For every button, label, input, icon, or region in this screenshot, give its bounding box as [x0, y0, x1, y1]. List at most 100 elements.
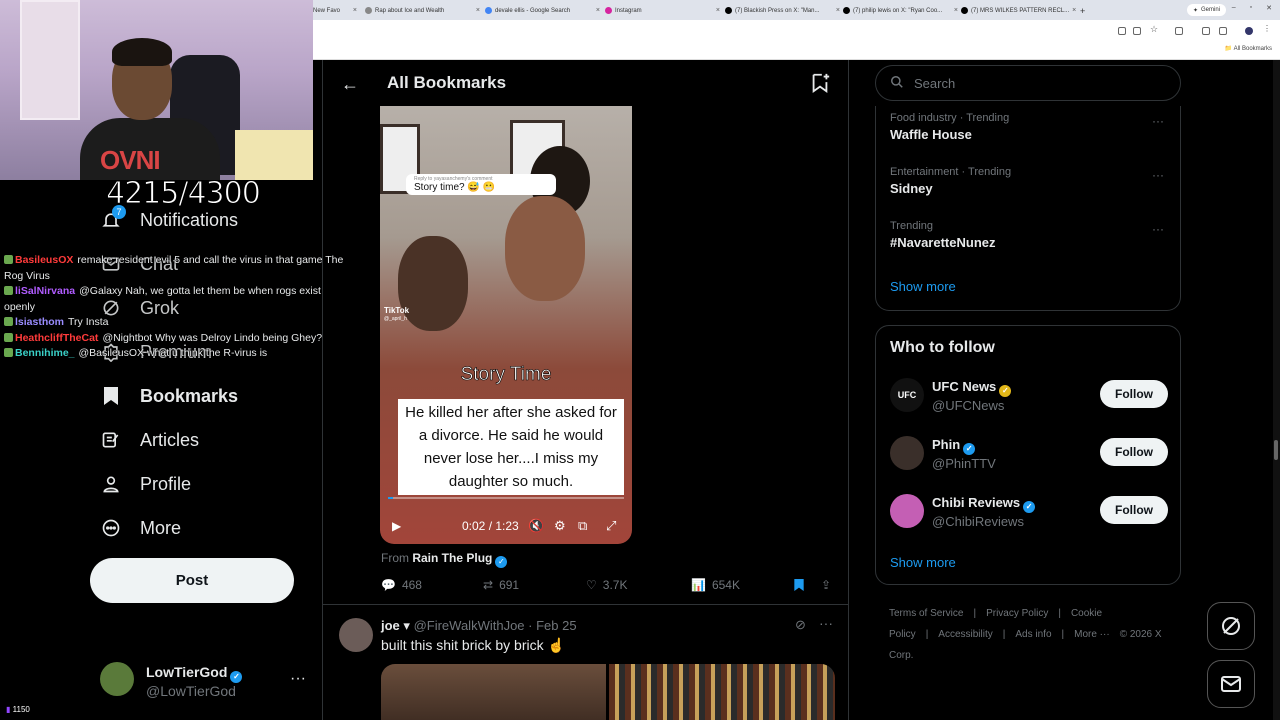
browser-tab[interactable]: Rap about Ice and Wealth ×	[365, 3, 480, 18]
close-icon[interactable]: ×	[954, 7, 958, 14]
like-count: 3.7K	[602, 578, 628, 592]
show-more-link[interactable]: Show more	[890, 555, 956, 570]
grok-icon[interactable]: ⊘	[795, 617, 806, 633]
more-dots-icon[interactable]: ···	[1152, 114, 1164, 128]
zoom-icon[interactable]	[1118, 27, 1126, 35]
browser-tab[interactable]: Instagram ×	[605, 3, 720, 18]
search-input[interactable]: Search	[875, 65, 1181, 101]
close-icon[interactable]: ×	[353, 7, 357, 14]
fullscreen-icon[interactable]: ⤢	[606, 518, 616, 534]
nav-more[interactable]: More	[100, 517, 181, 539]
cast-icon[interactable]	[1133, 27, 1141, 35]
tab-label: Instagram	[615, 7, 642, 14]
browser-tab[interactable]: devale ellis - Google Search ×	[485, 3, 600, 18]
chat-text: @BasileusOX what u think the R-virus is	[78, 347, 268, 359]
profile-avatar-icon[interactable]	[1245, 27, 1253, 35]
more-dots-icon[interactable]: ···	[290, 670, 306, 688]
grok-fab-button[interactable]	[1207, 602, 1255, 650]
author-name[interactable]: joe	[381, 618, 400, 633]
footer-link[interactable]: Ads info	[1015, 629, 1051, 640]
bookmarks-timeline: ← All Bookmarks Reply to yayasanchemy's …	[322, 60, 849, 720]
tab-label: devale ellis - Google Search	[495, 7, 571, 14]
more-dots-icon[interactable]: ···	[819, 615, 833, 631]
follow-button[interactable]: Follow	[1100, 496, 1168, 524]
downloads-icon[interactable]	[1219, 27, 1227, 35]
tweet-actions: 💬 468 ⇄ 691 ♡ 3.7K 📊 654K ⇪	[381, 578, 836, 594]
video-time: 0:02 / 1:23	[462, 519, 519, 533]
gemini-button[interactable]: ✦ Gemini	[1186, 4, 1226, 16]
follow-suggestion[interactable]: Chibi Reviews ✓ @ChibiReviews Follow	[890, 494, 1170, 534]
tweet-media[interactable]	[381, 664, 606, 720]
webcam-overlay: OVNI	[0, 0, 313, 180]
nav-bookmarks[interactable]: Bookmarks	[100, 385, 238, 407]
footer-links: Terms of Service | Privacy Policy | Cookie P…	[889, 603, 1179, 666]
video-source[interactable]: From Rain The Plug ✓	[381, 551, 508, 568]
nav-profile[interactable]: Profile	[100, 473, 191, 495]
like-button[interactable]: ♡ 3.7K	[586, 578, 627, 592]
sidebar-icon[interactable]	[1202, 27, 1210, 35]
close-window-icon[interactable]: ✕	[1266, 4, 1272, 12]
tweet-date[interactable]: Feb 25	[536, 618, 576, 633]
author-handle[interactable]: @FireWalkWithJoe	[414, 618, 525, 633]
trend-item[interactable]: Trending #NavaretteNunez	[890, 220, 996, 250]
all-bookmarks-label: All Bookmarks	[1233, 46, 1272, 52]
footer-link[interactable]: Terms of Service	[889, 608, 963, 619]
scrollbar-thumb[interactable]	[1274, 440, 1278, 460]
trend-item[interactable]: Entertainment · Trending Sidney	[890, 166, 1011, 196]
back-arrow-icon[interactable]: ←	[341, 74, 359, 95]
menu-icon[interactable]: ⋮	[1263, 24, 1271, 33]
video-player[interactable]: Reply to yayasanchemy's comment Story ti…	[380, 106, 632, 544]
avatar[interactable]	[339, 618, 373, 652]
follow-suggestion[interactable]: Phin ✓ @PhinTTV Follow	[890, 436, 1170, 476]
maximize-icon[interactable]: ▫	[1250, 4, 1252, 12]
show-more-link[interactable]: Show more	[890, 279, 956, 294]
tab-label: (7) Blackish Press on X: "Man...	[735, 7, 820, 14]
all-bookmarks-folder[interactable]: 📁 All Bookmarks	[1225, 45, 1272, 52]
nav-notifications[interactable]: Notifications 7	[100, 205, 238, 231]
close-icon[interactable]: ×	[836, 7, 840, 14]
chat-message: liSalNirvana @Galaxy Nah, we gotta let th…	[4, 284, 354, 315]
footer-link[interactable]: Privacy Policy	[986, 608, 1048, 619]
play-icon[interactable]: ▶	[392, 519, 401, 533]
views-button[interactable]: 📊 654K	[691, 578, 740, 592]
settings-icon[interactable]: ⚙	[554, 518, 566, 534]
mute-icon[interactable]: 🔇	[528, 518, 544, 534]
close-icon[interactable]: ×	[1072, 7, 1076, 14]
more-dots-icon[interactable]: ···	[1152, 222, 1164, 236]
page-scrollbar[interactable]	[1273, 60, 1280, 720]
close-icon[interactable]: ×	[476, 7, 480, 14]
account-name-text: LowTierGod	[146, 664, 228, 680]
close-icon[interactable]: ×	[716, 7, 720, 14]
tweet-media[interactable]	[609, 664, 835, 720]
close-icon[interactable]: ×	[596, 7, 600, 14]
extensions-icon[interactable]	[1175, 27, 1183, 35]
footer-link[interactable]: More ···	[1074, 629, 1110, 640]
picture-in-picture-icon[interactable]: ⧉	[578, 518, 587, 534]
trend-item[interactable]: Food industry · Trending Waffle House	[890, 112, 1009, 142]
repost-button[interactable]: ⇄ 691	[483, 578, 519, 592]
goal-counter: 4215/4300	[106, 176, 262, 212]
messages-fab-button[interactable]	[1207, 660, 1255, 708]
star-icon[interactable]: ☆	[1150, 24, 1158, 34]
bookmark-add-icon[interactable]	[809, 72, 831, 94]
follow-suggestion[interactable]: UFC UFC News ✓ @UFCNews Follow	[890, 378, 1170, 418]
account-switcher[interactable]: LowTierGod ✓ @LowTierGod ···	[100, 662, 310, 702]
chat-badge-icon	[4, 255, 13, 264]
browser-tab[interactable]: (7) MRS WILKES PATTERN RECL... ×	[961, 3, 1076, 18]
bookmark-button[interactable]	[793, 578, 805, 595]
chat-message: HeathcliffTheCat @Nightbot Why was Delroy…	[4, 331, 354, 347]
follow-button[interactable]: Follow	[1100, 438, 1168, 466]
more-dots-icon[interactable]: ···	[1152, 168, 1164, 182]
footer-link[interactable]: Accessibility	[938, 629, 992, 640]
post-button[interactable]: Post	[90, 558, 294, 603]
video-progress-bar[interactable]	[388, 497, 624, 499]
browser-tab[interactable]: (7) Blackish Press on X: "Man... ×	[725, 3, 840, 18]
minimize-icon[interactable]: –	[1232, 4, 1236, 12]
follow-button[interactable]: Follow	[1100, 380, 1168, 408]
nav-articles[interactable]: Articles	[100, 429, 199, 451]
browser-tab[interactable]: (7) philip lewis on X: "Ryan Coo... ×	[843, 3, 958, 18]
reply-button[interactable]: 💬 468	[381, 578, 422, 592]
new-tab-button[interactable]: +	[1080, 3, 1092, 18]
browser-tab[interactable]: New Favo ×	[313, 3, 357, 18]
share-button[interactable]: ⇪	[821, 578, 831, 592]
